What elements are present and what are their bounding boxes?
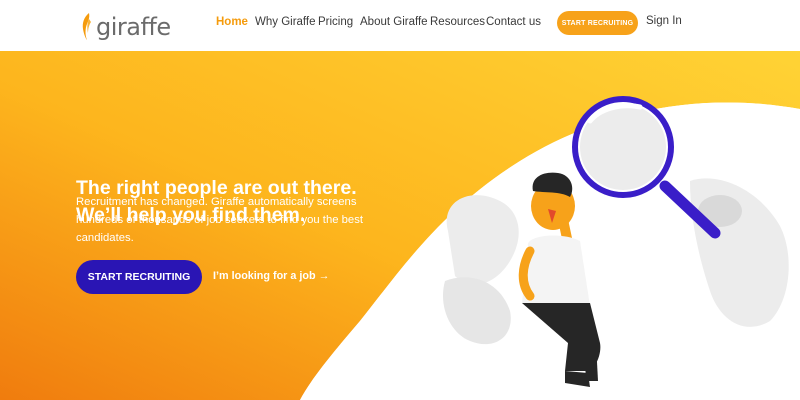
giraffe-flame-icon [82, 13, 91, 40]
nav-about-giraffe[interactable]: About Giraffe [360, 16, 428, 28]
brand-name: giraffe [96, 13, 171, 41]
nav-home[interactable]: Home [216, 16, 248, 28]
nav-start-recruiting-button[interactable]: START RECRUITING [557, 11, 638, 35]
nav-pricing[interactable]: Pricing [318, 16, 353, 28]
top-nav: giraffe Home Why Giraffe Pricing About G… [0, 0, 800, 51]
sign-in-link[interactable]: Sign In [646, 15, 682, 27]
hero-start-recruiting-button[interactable]: START RECRUITING [76, 260, 202, 294]
nav-why-giraffe[interactable]: Why Giraffe [255, 16, 316, 28]
nav-contact-us[interactable]: Contact us [486, 16, 541, 28]
hero-subtext: Recruitment has changed. Giraffe automat… [76, 196, 364, 244]
nav-resources[interactable]: Resources [430, 16, 485, 28]
job-seeker-link[interactable]: I’m looking for a job → [213, 270, 329, 282]
brand-logo[interactable]: giraffe [80, 8, 171, 44]
